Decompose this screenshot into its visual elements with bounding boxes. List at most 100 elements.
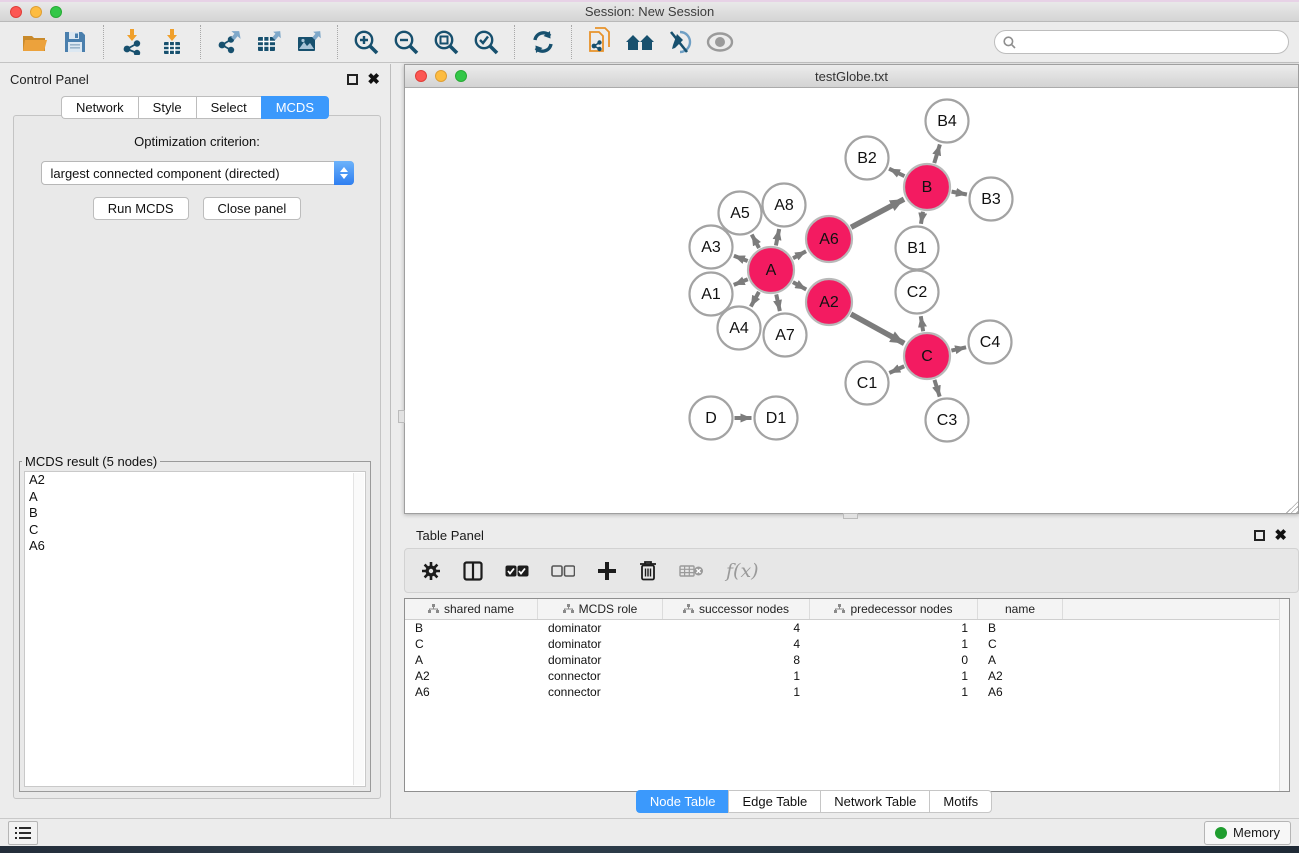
import-table-button[interactable] <box>155 26 189 58</box>
zoom-selected-button[interactable] <box>469 26 503 58</box>
result-list-item[interactable]: A2 <box>25 472 365 489</box>
graph-node-C4[interactable]: C4 <box>969 321 1012 364</box>
edge-A-A5[interactable] <box>752 235 759 249</box>
network-from-selection-button[interactable] <box>583 26 617 58</box>
select-all-button[interactable] <box>505 565 529 577</box>
hide-graphics-details-button[interactable] <box>663 26 697 58</box>
memory-button[interactable]: Memory <box>1204 821 1291 845</box>
run-mcds-button[interactable]: Run MCDS <box>93 197 189 220</box>
edge-B-B3[interactable] <box>952 192 967 195</box>
search-field[interactable] <box>994 30 1289 54</box>
column-header[interactable]: MCDS role <box>538 599 663 619</box>
close-panel-button[interactable]: Close panel <box>203 197 302 220</box>
column-header[interactable]: predecessor nodes <box>810 599 978 619</box>
deselect-all-button[interactable] <box>551 565 575 577</box>
tab-motifs[interactable]: Motifs <box>929 790 992 813</box>
edge-A2-C[interactable] <box>851 314 904 343</box>
graph-node-C2[interactable]: C2 <box>896 271 939 314</box>
tab-select[interactable]: Select <box>196 96 261 119</box>
edge-C-C1[interactable] <box>889 366 904 373</box>
zoom-fit-button[interactable] <box>429 26 463 58</box>
result-list-item[interactable]: B <box>25 505 365 522</box>
import-network-button[interactable] <box>115 26 149 58</box>
graph-node-A8[interactable]: A8 <box>763 184 806 227</box>
table-row[interactable]: Adominator80A <box>405 652 1289 668</box>
network-canvas[interactable]: B4B2BB3A8A5A6A3B1AC2A1A2A4A7C4CC1DD1C3 <box>405 89 1298 513</box>
float-table-panel-icon[interactable] <box>1254 530 1265 541</box>
show-hide-button[interactable] <box>703 26 737 58</box>
tab-style[interactable]: Style <box>138 96 196 119</box>
edge-B-B2[interactable] <box>889 169 904 176</box>
criterion-dropdown[interactable]: largest connected component (directed) <box>41 161 354 185</box>
graph-node-A1[interactable]: A1 <box>690 273 733 316</box>
zoom-out-button[interactable] <box>389 26 423 58</box>
apply-layout-button[interactable] <box>526 26 560 58</box>
sort-column-icon[interactable] <box>428 604 439 614</box>
tab-node-table[interactable]: Node Table <box>636 790 729 813</box>
network-view-window[interactable]: testGlobe.txt B4B2BB3A8A5A6A3B1AC2A1A2A4… <box>404 64 1299 514</box>
edge-A-A6[interactable] <box>793 251 806 258</box>
edge-A6-B[interactable] <box>851 199 904 227</box>
graph-node-B4[interactable]: B4 <box>926 100 969 143</box>
add-column-button[interactable] <box>597 561 617 581</box>
table-scrollbar[interactable] <box>1279 599 1289 791</box>
float-panel-icon[interactable] <box>347 74 358 85</box>
tab-mcds[interactable]: MCDS <box>261 96 329 119</box>
table-row[interactable]: A2connector11A2 <box>405 668 1289 684</box>
edge-A-A2[interactable] <box>793 282 806 289</box>
graph-node-B[interactable]: B <box>904 164 950 210</box>
graph-node-A2[interactable]: A2 <box>806 279 852 325</box>
delete-table-button[interactable] <box>679 564 704 578</box>
edge-B-B4[interactable] <box>934 144 940 163</box>
open-file-button[interactable] <box>18 26 52 58</box>
horizontal-scroll-thumb[interactable] <box>843 513 858 519</box>
home-button[interactable] <box>623 26 657 58</box>
result-scrollbar[interactable] <box>353 473 364 785</box>
graph-node-A7[interactable]: A7 <box>764 314 807 357</box>
vertical-scroll-thumb[interactable] <box>398 410 405 423</box>
sort-column-icon[interactable] <box>683 604 694 614</box>
column-view-button[interactable] <box>463 561 483 581</box>
edge-A-A4[interactable] <box>751 292 759 307</box>
sort-column-icon[interactable] <box>834 604 845 614</box>
resize-grip[interactable] <box>1286 501 1298 513</box>
graph-node-C3[interactable]: C3 <box>926 399 969 442</box>
mcds-result-list[interactable]: A2ABCA6 <box>24 471 366 787</box>
tab-edge-table[interactable]: Edge Table <box>728 790 820 813</box>
graph-node-D1[interactable]: D1 <box>755 397 798 440</box>
export-network-button[interactable] <box>212 26 246 58</box>
table-row[interactable]: Bdominator41B <box>405 620 1289 636</box>
delete-column-button[interactable] <box>639 560 657 581</box>
table-row[interactable]: A6connector11A6 <box>405 684 1289 700</box>
edge-A-A3[interactable] <box>734 256 748 261</box>
graph-node-A5[interactable]: A5 <box>719 192 762 235</box>
close-panel-icon[interactable]: ✖ <box>367 74 380 85</box>
edge-C-C4[interactable] <box>951 347 966 350</box>
tab-network-table[interactable]: Network Table <box>820 790 929 813</box>
graph-node-B2[interactable]: B2 <box>846 137 889 180</box>
graph-node-C1[interactable]: C1 <box>846 362 889 405</box>
export-table-button[interactable] <box>252 26 286 58</box>
graph-node-A6[interactable]: A6 <box>806 216 852 262</box>
close-table-panel-icon[interactable]: ✖ <box>1274 530 1287 541</box>
result-list-item[interactable]: A6 <box>25 538 365 555</box>
table-settings-button[interactable] <box>421 561 441 581</box>
task-history-button[interactable] <box>8 821 38 845</box>
edge-A-A8[interactable] <box>776 229 779 245</box>
graph-node-A[interactable]: A <box>748 247 794 293</box>
result-list-item[interactable]: A <box>25 489 365 506</box>
export-image-button[interactable] <box>292 26 326 58</box>
function-builder-button[interactable]: f(x) <box>726 560 759 582</box>
sort-column-icon[interactable] <box>563 604 574 614</box>
edge-C-C2[interactable] <box>921 316 923 331</box>
network-graph[interactable]: B4B2BB3A8A5A6A3B1AC2A1A2A4A7C4CC1DD1C3 <box>405 89 1298 513</box>
graph-node-B3[interactable]: B3 <box>970 178 1013 221</box>
column-header[interactable]: shared name <box>405 599 538 619</box>
graph-node-B1[interactable]: B1 <box>896 227 939 270</box>
edge-C-C3[interactable] <box>934 380 939 397</box>
column-header[interactable]: name <box>978 599 1063 619</box>
node-table[interactable]: shared nameMCDS rolesuccessor nodesprede… <box>404 598 1290 792</box>
edge-A-A1[interactable] <box>734 279 748 285</box>
tab-network[interactable]: Network <box>61 96 138 119</box>
graph-node-C[interactable]: C <box>904 333 950 379</box>
